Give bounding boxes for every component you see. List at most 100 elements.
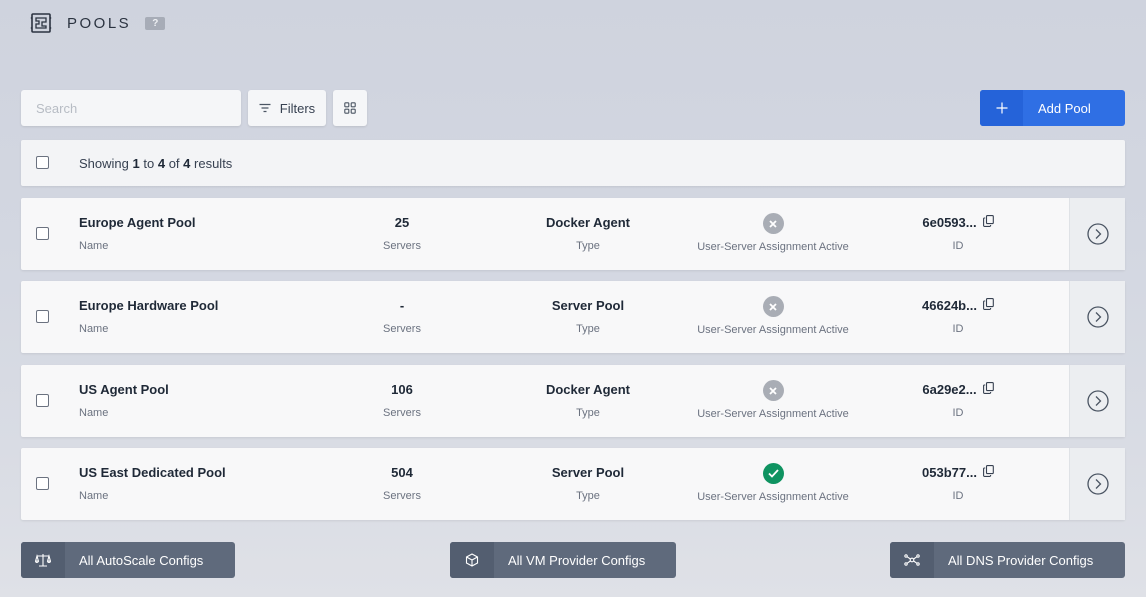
servers-label: Servers (383, 490, 421, 502)
row-checkbox[interactable] (36, 310, 49, 323)
table-row: Europe Agent Pool Name 25 Servers Docker… (21, 198, 1125, 270)
add-pool-label: Add Pool (1038, 100, 1091, 116)
grid-view-button[interactable] (333, 90, 367, 126)
id-label: ID (952, 407, 964, 419)
help-badge[interactable]: ? (145, 16, 166, 30)
name-label: Name (79, 323, 109, 335)
servers-count: 106 (391, 382, 413, 397)
pool-id: 6a29e2... (922, 382, 977, 397)
open-pool-button[interactable] (1069, 448, 1125, 520)
x-icon (762, 296, 784, 317)
id-cell: 6a29e2... ID (908, 382, 1008, 419)
pool-type: Docker Agent (545, 382, 631, 397)
type-label: Type (576, 240, 600, 252)
type-label: Type (576, 490, 600, 502)
servers-cell: 106 Servers (352, 382, 452, 419)
scale-icon (21, 542, 65, 578)
pool-id: 46624b... (922, 298, 977, 313)
servers-label: Servers (383, 240, 421, 252)
servers-count: - (399, 298, 405, 313)
open-pool-button[interactable] (1069, 365, 1125, 437)
type-cell: Server Pool Type (518, 298, 658, 335)
copy-icon[interactable] (983, 298, 994, 313)
vm-provider-configs-button[interactable]: All VM Provider Configs (450, 542, 676, 578)
filter-icon (259, 103, 271, 113)
filters-button[interactable]: Filters (248, 90, 326, 126)
type-cell: Docker Agent Type (518, 215, 658, 252)
assignment-cell: User-Server Assignment Active (683, 213, 863, 253)
table-row: US East Dedicated Pool Name 504 Servers … (21, 448, 1125, 520)
filters-label: Filters (279, 100, 316, 116)
id-label: ID (952, 490, 964, 502)
copy-icon[interactable] (982, 215, 994, 230)
x-icon (762, 380, 784, 401)
open-pool-button[interactable] (1069, 281, 1125, 353)
pool-name[interactable]: US East Dedicated Pool (79, 465, 226, 481)
pool-name-cell: US East Dedicated Pool Name (79, 465, 226, 502)
toolbar: Filters Add Pool (21, 90, 1125, 126)
servers-cell: 25 Servers (352, 215, 452, 252)
row-checkbox[interactable] (36, 394, 49, 407)
grid-view-icon (344, 102, 356, 114)
assignment-cell: User-Server Assignment Active (683, 380, 863, 420)
plus-icon (980, 90, 1023, 126)
network-icon (890, 542, 934, 578)
name-label: Name (79, 240, 109, 252)
type-cell: Docker Agent Type (518, 382, 658, 419)
select-all-checkbox[interactable] (36, 156, 49, 169)
pool-type: Server Pool (551, 298, 625, 313)
assignment-label: User-Server Assignment Active (697, 491, 849, 503)
chevron-right-circle-icon (1086, 390, 1109, 412)
id-cell: 6e0593... ID (908, 215, 1008, 252)
page-header: POOLS ? (30, 12, 166, 34)
copy-icon[interactable] (982, 382, 994, 397)
open-pool-button[interactable] (1069, 198, 1125, 270)
type-label: Type (576, 407, 600, 419)
pool-id: 053b77... (922, 465, 977, 480)
assignment-cell: User-Server Assignment Active (683, 296, 863, 336)
id-cell: 053b77... ID (908, 465, 1008, 502)
autoscale-configs-button[interactable]: All AutoScale Configs (21, 542, 235, 578)
check-icon (762, 463, 784, 484)
id-cell: 46624b... ID (908, 298, 1008, 335)
name-label: Name (79, 407, 109, 419)
chevron-right-circle-icon (1086, 223, 1109, 245)
row-checkbox[interactable] (36, 227, 49, 240)
page-title: POOLS (67, 14, 132, 32)
cube-icon (450, 542, 494, 578)
type-label: Type (576, 323, 600, 335)
row-checkbox[interactable] (36, 477, 49, 490)
type-cell: Server Pool Type (518, 465, 658, 502)
assignment-label: User-Server Assignment Active (697, 324, 849, 336)
copy-icon[interactable] (983, 465, 994, 480)
pool-type: Docker Agent (545, 215, 631, 230)
name-label: Name (79, 490, 109, 502)
id-label: ID (952, 240, 964, 252)
pool-name-cell: Europe Agent Pool Name (79, 215, 196, 252)
pool-name[interactable]: Europe Agent Pool (79, 215, 196, 231)
id-label: ID (952, 323, 964, 335)
table-row: US Agent Pool Name 106 Servers Docker Ag… (21, 365, 1125, 437)
vm-provider-configs-label: All VM Provider Configs (508, 552, 646, 568)
results-text: Showing 1 to 4 of 4 results (79, 155, 233, 171)
pool-type: Server Pool (551, 465, 625, 480)
servers-label: Servers (383, 323, 421, 335)
servers-cell: 504 Servers (352, 465, 452, 502)
dns-provider-configs-label: All DNS Provider Configs (948, 552, 1094, 568)
pool-name[interactable]: Europe Hardware Pool (79, 298, 218, 314)
servers-label: Servers (383, 407, 421, 419)
pool-icon (30, 12, 52, 34)
pool-id: 6e0593... (922, 215, 977, 230)
assignment-label: User-Server Assignment Active (697, 241, 849, 253)
servers-count: 25 (394, 215, 410, 230)
search-input[interactable] (21, 90, 241, 126)
assignment-cell: User-Server Assignment Active (683, 463, 863, 503)
add-pool-button[interactable]: Add Pool (980, 90, 1125, 126)
pool-name-cell: Europe Hardware Pool Name (79, 298, 218, 335)
dns-provider-configs-button[interactable]: All DNS Provider Configs (890, 542, 1125, 578)
pool-name-cell: US Agent Pool Name (79, 382, 169, 419)
pool-name[interactable]: US Agent Pool (79, 382, 169, 398)
table-row: Europe Hardware Pool Name - Servers Serv… (21, 281, 1125, 353)
autoscale-configs-label: All AutoScale Configs (79, 552, 204, 568)
servers-count: 504 (391, 465, 413, 480)
